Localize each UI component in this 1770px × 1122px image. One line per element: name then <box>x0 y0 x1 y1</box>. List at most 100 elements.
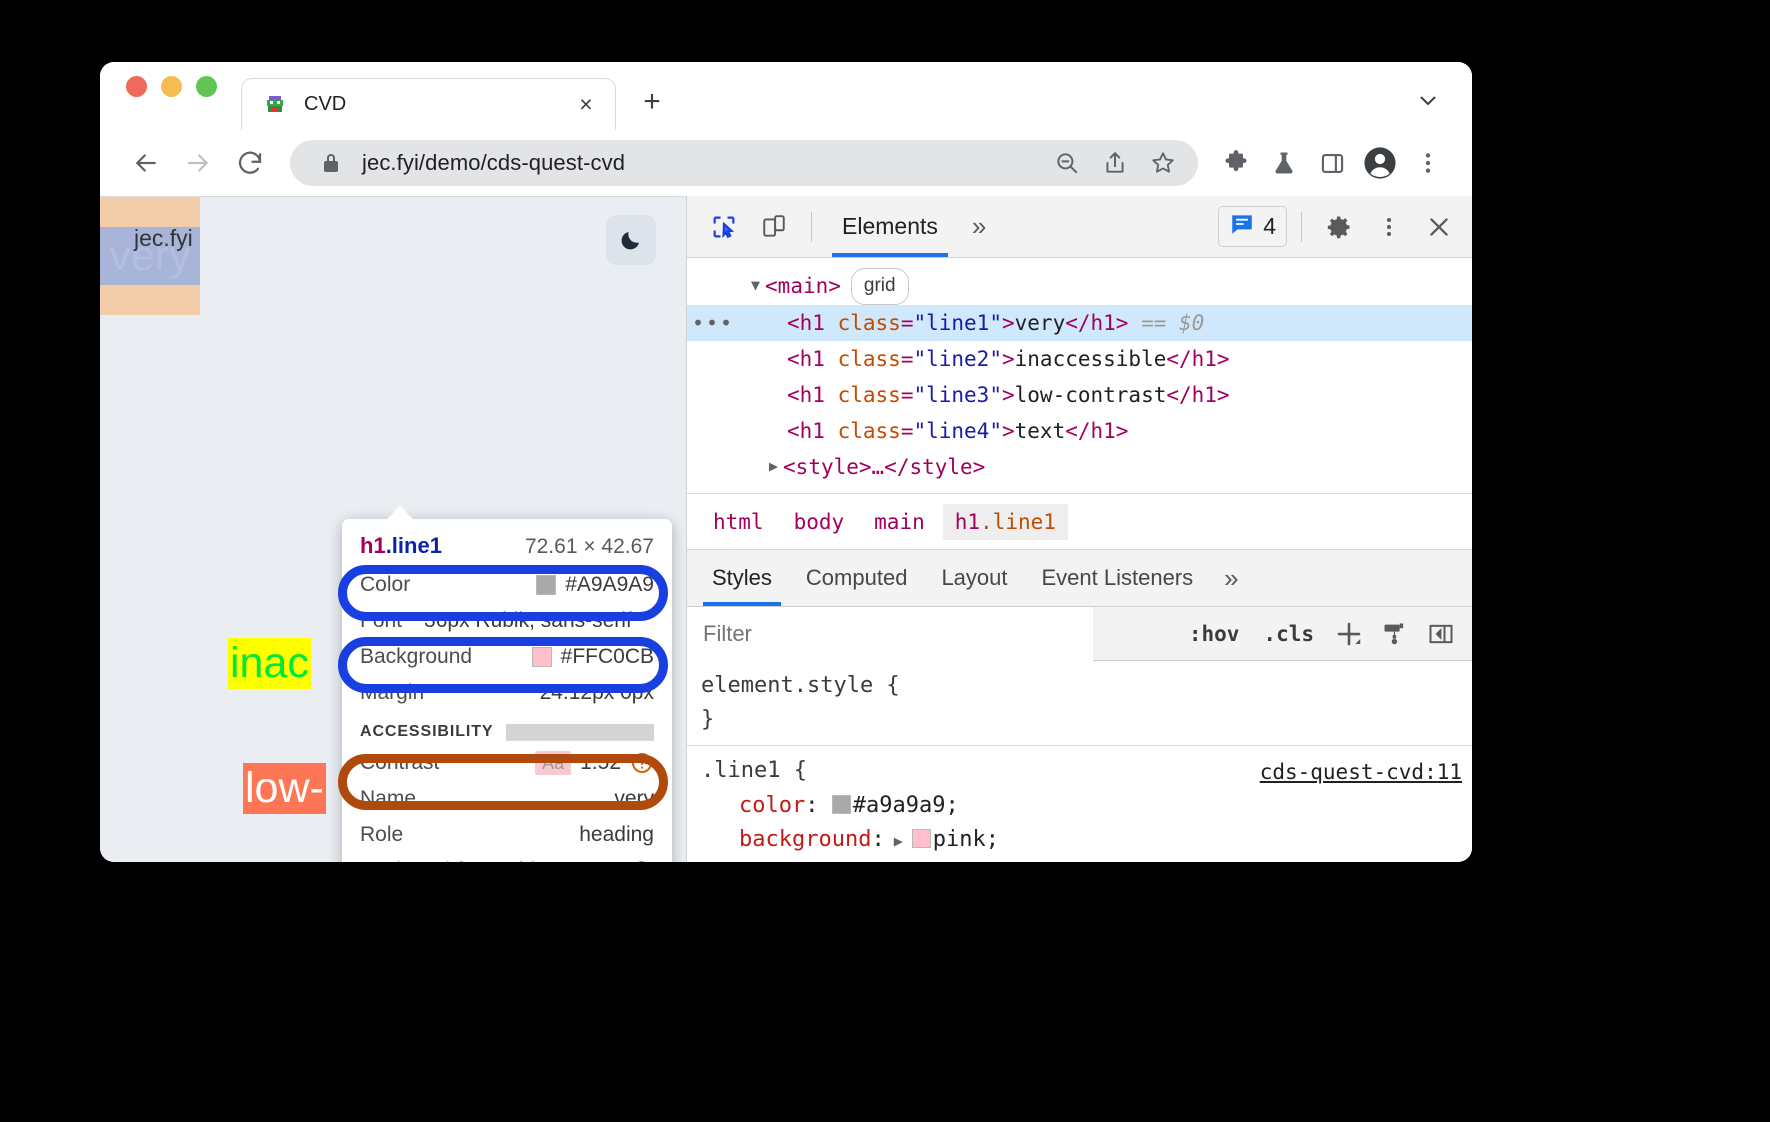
address-bar[interactable]: jec.fyi/demo/cds-quest-cvd <box>290 140 1198 186</box>
tooltip-key-margin: Margin <box>360 681 424 705</box>
tooltip-background-hex: #FFC0CB <box>561 645 654 669</box>
filter-input[interactable] <box>687 607 1093 661</box>
gear-icon[interactable] <box>1316 204 1362 250</box>
lock-icon <box>314 146 348 180</box>
message-count-badge[interactable]: 4 <box>1218 206 1287 247</box>
expand-triangle-icon[interactable]: ▶ <box>885 832 912 850</box>
bookmark-star-icon[interactable] <box>1146 146 1180 180</box>
breadcrumb-item-html[interactable]: html <box>701 504 776 540</box>
divider <box>811 212 812 242</box>
ellipsis-icon[interactable]: ••• <box>687 306 739 340</box>
tooltip-row-color: Color #A9A9A9 <box>342 567 672 603</box>
css-origin-link[interactable]: cds-quest-cvd:11 <box>1260 756 1462 789</box>
css-rule-line1[interactable]: .line1 { cds-quest-cvd:11 color: #a9a9a9… <box>687 746 1472 862</box>
window-content: jec.fyi very inac low- h1.line1 72.61 × … <box>100 196 1472 862</box>
color-swatch-icon[interactable] <box>832 795 851 814</box>
back-arrow-icon[interactable] <box>122 139 170 187</box>
tooltip-arrow <box>386 506 414 520</box>
tooltip-dimensions: 72.61 × 42.67 <box>525 535 654 559</box>
tooltip-value-name: very <box>614 787 654 811</box>
sample-very-wrapper: very <box>100 197 200 315</box>
page-viewport: jec.fyi very inac low- h1.line1 72.61 × … <box>100 196 686 862</box>
tab-styles[interactable]: Styles <box>695 550 789 606</box>
share-icon[interactable] <box>1098 146 1132 180</box>
tab-layout[interactable]: Layout <box>924 550 1024 606</box>
chevron-down-icon[interactable] <box>1410 82 1446 118</box>
tab-elements[interactable]: Elements <box>826 197 954 257</box>
sample-text-low-contrast: low- <box>243 763 326 814</box>
sidebar-toggle-icon[interactable] <box>1418 611 1464 657</box>
tooltip-row-margin: Margin 24.12px 0px <box>342 675 672 711</box>
tooltip-key-background: Background <box>360 645 472 669</box>
browser-toolbar: jec.fyi/demo/cds-quest-cvd <box>100 130 1472 196</box>
tooltip-key-name: Name <box>360 787 416 811</box>
dom-node-h1-line1[interactable]: ••• <h1 class = "line1" > very </h1> == … <box>687 305 1472 341</box>
dom-node-h1-line2[interactable]: <h1 class = "line2" > inaccessible </h1> <box>687 341 1472 377</box>
devtools-toolbar: Elements » 4 <box>687 196 1472 258</box>
dom-attr-name: class <box>838 305 901 341</box>
tooltip-key-contrast: Contrast <box>360 751 439 775</box>
message-count: 4 <box>1263 213 1276 240</box>
tooltip-key-keyboard-focusable: Keyboard-focusable <box>360 859 547 862</box>
side-panel-icon[interactable] <box>1310 141 1354 185</box>
lab-flask-icon[interactable] <box>1262 141 1306 185</box>
dom-node-h1-line4[interactable]: <h1 class = "line4" > text </h1> <box>687 413 1472 449</box>
css-declaration-color[interactable]: color: #a9a9a9; <box>701 789 1472 823</box>
paint-roller-icon[interactable] <box>1372 611 1418 657</box>
background-swatch-icon[interactable] <box>912 829 931 848</box>
inspect-element-icon[interactable] <box>701 204 747 250</box>
dom-attr-value: "line1" <box>913 305 1002 341</box>
tooltip-selector-class: .line1 <box>386 533 442 558</box>
css-rules-list[interactable]: element.style { } .line1 { cds-quest-cvd… <box>687 661 1472 862</box>
tab-event-listeners[interactable]: Event Listeners <box>1025 550 1211 606</box>
plus-icon[interactable] <box>1326 611 1372 657</box>
breadcrumb-item-main[interactable]: main <box>862 504 937 540</box>
sample-text-inaccessible: inac <box>228 638 311 689</box>
more-tabs-button[interactable]: » <box>958 211 1000 242</box>
dom-node-main[interactable]: ▼ <main> grid <box>687 268 1472 305</box>
new-tab-button[interactable]: + <box>632 82 672 122</box>
css-declaration-background[interactable]: background: ▶ pink; <box>701 823 1472 857</box>
tab-computed[interactable]: Computed <box>789 550 925 606</box>
theme-toggle-button[interactable] <box>606 215 656 265</box>
cls-toggle[interactable]: .cls <box>1251 622 1326 646</box>
color-swatch-icon <box>536 575 556 595</box>
css-property-background: background <box>701 827 871 852</box>
breadcrumb-item-h1-line1[interactable]: h1.line1 <box>943 504 1068 540</box>
breadcrumb-item-body[interactable]: body <box>782 504 857 540</box>
css-rule-element-style[interactable]: element.style { } <box>687 661 1472 746</box>
dom-node-style[interactable]: ▶ <style>…</style> <box>687 449 1472 485</box>
expand-triangle-icon[interactable]: ▼ <box>751 273 760 299</box>
dom-text-content: very <box>1015 305 1066 341</box>
tooltip-key-color: Color <box>360 573 410 597</box>
minimize-window-button[interactable] <box>161 76 182 97</box>
dom-tag-close: </h1> <box>1065 305 1128 341</box>
styles-filter-bar: :hov .cls <box>687 607 1472 661</box>
breadcrumb: html body main h1.line1 <box>687 493 1472 549</box>
extensions-puzzle-icon[interactable] <box>1214 141 1258 185</box>
forward-arrow-icon[interactable] <box>174 139 222 187</box>
device-toolbar-icon[interactable] <box>751 204 797 250</box>
collapse-triangle-icon[interactable]: ▶ <box>769 454 778 480</box>
profile-avatar-icon[interactable] <box>1358 141 1402 185</box>
browser-tab[interactable]: CVD × <box>241 78 616 130</box>
url-text: jec.fyi/demo/cds-quest-cvd <box>362 150 1036 176</box>
inspector-tooltip: h1.line1 72.61 × 42.67 Color #A9A9A9 Fon… <box>342 519 672 862</box>
tooltip-value-background: #FFC0CB <box>532 645 654 669</box>
close-icon[interactable] <box>1416 204 1462 250</box>
dom-tree[interactable]: ▼ <main> grid ••• <h1 class = "line1" > … <box>687 258 1472 493</box>
dom-node-h1-line3[interactable]: <h1 class = "line3" > low-contrast </h1> <box>687 377 1472 413</box>
kebab-menu-icon[interactable] <box>1366 204 1412 250</box>
close-window-button[interactable] <box>126 76 147 97</box>
maximize-window-button[interactable] <box>196 76 217 97</box>
close-icon[interactable]: × <box>573 92 599 118</box>
kebab-menu-icon[interactable] <box>1406 141 1450 185</box>
reload-icon[interactable] <box>226 139 274 187</box>
devtools-panel: Elements » 4 <box>686 196 1472 862</box>
not-allowed-icon <box>629 859 654 863</box>
more-panel-tabs-button[interactable]: » <box>1210 563 1252 594</box>
dom-selected-ref: == $0 <box>1141 305 1204 341</box>
hov-toggle[interactable]: :hov <box>1177 622 1252 646</box>
grid-badge[interactable]: grid <box>851 268 909 305</box>
zoom-out-icon[interactable] <box>1050 146 1084 180</box>
